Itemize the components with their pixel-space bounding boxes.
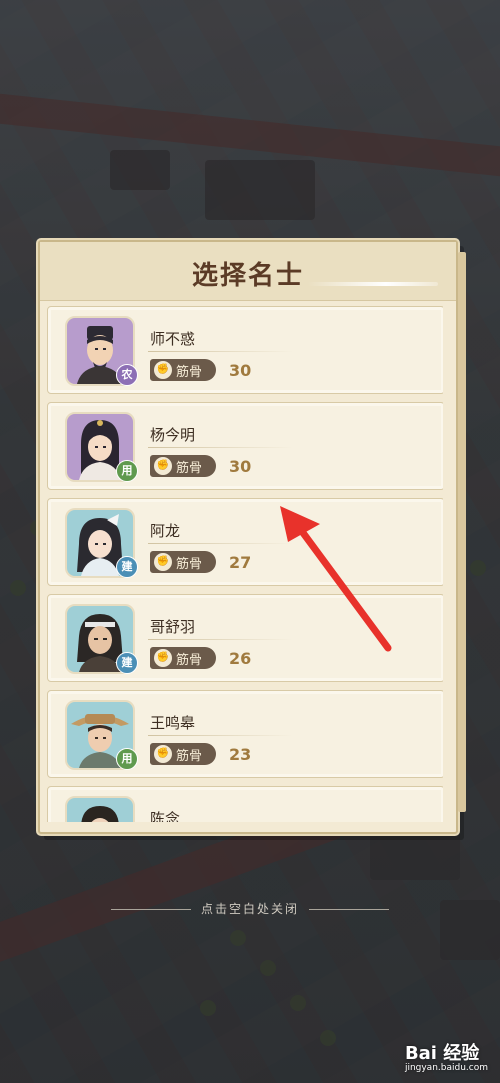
watermark-brand: Bai 经验	[404, 1043, 480, 1064]
stat-label: 筋骨	[176, 556, 203, 572]
divider	[148, 351, 293, 352]
character-card[interactable]: 陈念	[47, 786, 443, 822]
hint-line-left	[110, 909, 191, 910]
muscle-icon: ✊	[154, 745, 172, 763]
character-name: 陈念	[150, 810, 181, 822]
close-hint-text: 点击空白处关闭	[200, 902, 299, 916]
stat-badge: ✊ 筋骨	[150, 647, 216, 669]
profession-tag: 用	[116, 460, 138, 482]
stat-badge: ✊ 筋骨	[150, 359, 216, 381]
profession-tag: 农	[116, 364, 138, 386]
dialog-header: 选择名士	[40, 242, 456, 301]
stat-value: 30	[229, 361, 252, 380]
profession-tag: 建	[116, 652, 138, 674]
stat-value: 23	[229, 745, 252, 764]
close-hint[interactable]: 点击空白处关闭	[0, 900, 500, 917]
stat-value: 26	[229, 649, 252, 668]
divider	[148, 735, 293, 736]
profession-tag: 用	[116, 748, 138, 770]
character-name: 哥舒羽	[150, 618, 196, 636]
muscle-icon: ✊	[154, 361, 172, 379]
dialog-title: 选择名士	[191, 261, 304, 291]
character-name: 王鸣皋	[150, 714, 196, 732]
stat-label: 筋骨	[176, 460, 203, 476]
stat-badge: ✊ 筋骨	[150, 551, 216, 573]
stat-label: 筋骨	[176, 652, 203, 668]
character-name: 师不惑	[150, 330, 196, 348]
stat-value: 27	[229, 553, 252, 572]
hint-line-right	[309, 909, 389, 910]
annotation-arrow	[280, 506, 392, 652]
muscle-icon: ✊	[154, 553, 172, 571]
muscle-icon: ✊	[154, 457, 172, 475]
character-card[interactable]: 农 师不惑 ✊ 筋骨 30	[47, 306, 443, 394]
muscle-icon: ✊	[154, 649, 172, 667]
character-name: 阿龙	[150, 522, 181, 540]
baidu-watermark: Bai 经验 jingyan.baidu.com	[405, 1039, 488, 1073]
watermark-url: jingyan.baidu.com	[404, 1063, 488, 1073]
profession-tag: 建	[116, 556, 138, 578]
panel-edge	[458, 252, 466, 812]
character-name: 杨今明	[150, 426, 196, 444]
stat-badge: ✊ 筋骨	[150, 743, 216, 765]
character-avatar	[65, 796, 135, 822]
divider	[148, 447, 293, 448]
character-card[interactable]: 用 王鸣皋 ✊ 筋骨 23	[47, 690, 443, 778]
character-card[interactable]: 用 杨今明 ✊ 筋骨 30	[47, 402, 443, 490]
title-decoration	[308, 282, 438, 286]
stat-label: 筋骨	[176, 748, 203, 764]
stat-badge: ✊ 筋骨	[150, 455, 216, 477]
stat-value: 30	[229, 457, 252, 476]
stat-label: 筋骨	[176, 364, 203, 380]
